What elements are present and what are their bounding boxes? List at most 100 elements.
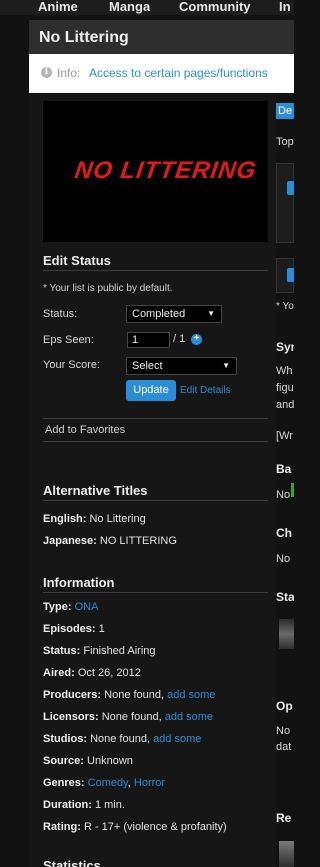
- score-select[interactable]: Select ▼: [126, 357, 237, 375]
- producers-add-link[interactable]: add some: [167, 689, 215, 701]
- edit-details-link[interactable]: Edit Details: [180, 385, 231, 396]
- nav-community[interactable]: Community: [179, 0, 251, 14]
- genre-separator: ,: [127, 777, 131, 789]
- source-value: Unknown: [87, 755, 133, 767]
- add-to-favorites-button[interactable]: Add to Favorites: [45, 424, 125, 436]
- synopsis-heading: Syn: [276, 340, 294, 354]
- eps-seen-input[interactable]: 1: [127, 332, 170, 348]
- duration-row: Duration: 1 min.: [43, 799, 125, 811]
- nav-anime[interactable]: Anime: [38, 0, 78, 14]
- duration-value: 1 min.: [94, 799, 125, 811]
- dropdown-caret-icon: ▼: [222, 361, 230, 370]
- status-selected-value: Completed: [132, 308, 186, 320]
- opening-line-2: dat: [276, 741, 292, 753]
- characters-heading: Ch: [276, 526, 292, 540]
- edit-background-button[interactable]: [291, 483, 294, 497]
- dropdown-caret-icon: ▼: [207, 309, 215, 318]
- status-row: Status: Finished Airing: [43, 645, 156, 657]
- studios-add-link[interactable]: add some: [153, 733, 201, 745]
- characters-text: No: [276, 553, 291, 565]
- rating-value: R - 17+ (violence & profanity): [83, 821, 227, 833]
- genres-label: Genres:: [43, 777, 85, 789]
- eps-seen-label: Eps Seen:: [43, 334, 94, 346]
- top-navigation: Anime Manga Community In: [0, 0, 294, 15]
- airing-status-label: Status:: [43, 645, 81, 657]
- divider: [43, 500, 268, 501]
- licensors-label: Licensors:: [43, 711, 99, 723]
- english-label: English:: [43, 513, 87, 525]
- type-link[interactable]: ONA: [75, 601, 99, 613]
- synopsis-line-2: figu: [276, 382, 294, 394]
- staff-avatar[interactable]: [279, 619, 294, 649]
- synopsis-line-3: and: [276, 399, 294, 411]
- anime-poster[interactable]: NO LITTERING: [43, 101, 268, 242]
- right-note: * Yo: [276, 301, 294, 312]
- duration-label: Duration:: [43, 799, 92, 811]
- page-title: No Littering: [39, 29, 129, 46]
- source-label: Source:: [43, 755, 84, 767]
- status-label: Status:: [43, 308, 78, 320]
- episodes-row: Episodes: 1: [43, 623, 105, 635]
- synopsis-line-1: Wh: [276, 365, 293, 377]
- aired-value: Oct 26, 2012: [77, 667, 141, 679]
- aired-row: Aired: Oct 26, 2012: [43, 667, 141, 679]
- nav-manga[interactable]: Manga: [109, 0, 150, 14]
- japanese-title: NO LITTERING: [99, 535, 177, 547]
- episodes-label: Episodes:: [43, 623, 96, 635]
- japanese-label: Japanese:: [43, 535, 97, 547]
- statistics-heading: Statistics: [43, 858, 101, 867]
- list-public-note: * Your list is public by default.: [43, 283, 173, 294]
- rating-label: Rating:: [43, 821, 81, 833]
- recommendation-thumbnail[interactable]: [279, 841, 294, 867]
- studios-row: Studios: None found, add some: [43, 733, 201, 745]
- details-tab[interactable]: De: [276, 103, 294, 119]
- top-text: Top: [276, 136, 294, 148]
- main-content: NO LITTERING Edit Status * Your list is …: [29, 93, 294, 867]
- alt-titles-heading: Alternative Titles: [43, 483, 148, 498]
- rating-row: Rating: R - 17+ (violence & profanity): [43, 821, 227, 833]
- written-by: [Wr: [276, 430, 293, 442]
- eps-total: / 1: [173, 333, 186, 345]
- english-title: No Littering: [89, 513, 146, 525]
- genre-comedy-link[interactable]: Comedy: [88, 777, 128, 789]
- info-banner: i Info: Access to certain pages/function…: [29, 54, 294, 93]
- nav-industry[interactable]: In: [279, 0, 291, 14]
- aired-label: Aired:: [43, 667, 75, 679]
- licensors-add-link[interactable]: add some: [165, 711, 213, 723]
- opening-line-1: No: [276, 725, 291, 737]
- add-button[interactable]: [287, 268, 294, 282]
- english-title-row: English: No Littering: [43, 513, 146, 525]
- source-row: Source: Unknown: [43, 755, 133, 767]
- genres-row: Genres: Comedy, Horror: [43, 777, 165, 789]
- info-icon: i: [41, 67, 52, 78]
- recommendations-heading: Re: [276, 811, 292, 825]
- poster-title-text: NO LITTERING: [73, 157, 259, 184]
- airing-status-value: Finished Airing: [83, 645, 156, 657]
- score-label: Your Score:: [43, 359, 101, 371]
- information-heading: Information: [43, 575, 115, 590]
- studios-label: Studios:: [43, 733, 87, 745]
- divider: [43, 592, 268, 593]
- title-bar: No Littering: [29, 20, 294, 54]
- genre-horror-link[interactable]: Horror: [134, 777, 165, 789]
- producers-label: Producers:: [43, 689, 102, 701]
- background-text: No: [276, 489, 291, 501]
- increment-episode-icon[interactable]: +: [191, 334, 202, 345]
- update-button[interactable]: Update: [126, 380, 176, 401]
- score-badge: [287, 181, 294, 195]
- divider: [43, 441, 268, 442]
- edit-status-heading: Edit Status: [43, 253, 111, 268]
- background-heading: Ba: [276, 462, 292, 476]
- studios-value: None found,: [90, 733, 150, 745]
- producers-row: Producers: None found, add some: [43, 689, 215, 701]
- type-row: Type: ONA: [43, 601, 98, 613]
- divider: [43, 418, 268, 419]
- right-column: De Top * Yo Syn Wh figu and [Wr Ba No Ch…: [276, 93, 294, 867]
- status-select[interactable]: Completed ▼: [126, 305, 222, 323]
- opening-heading: Op: [276, 699, 293, 713]
- divider: [43, 270, 268, 271]
- producers-value: None found,: [104, 689, 165, 701]
- japanese-title-row: Japanese: NO LITTERING: [43, 535, 177, 547]
- info-link[interactable]: Access to certain pages/functions: [89, 66, 268, 80]
- score-selected-value: Select: [132, 360, 163, 372]
